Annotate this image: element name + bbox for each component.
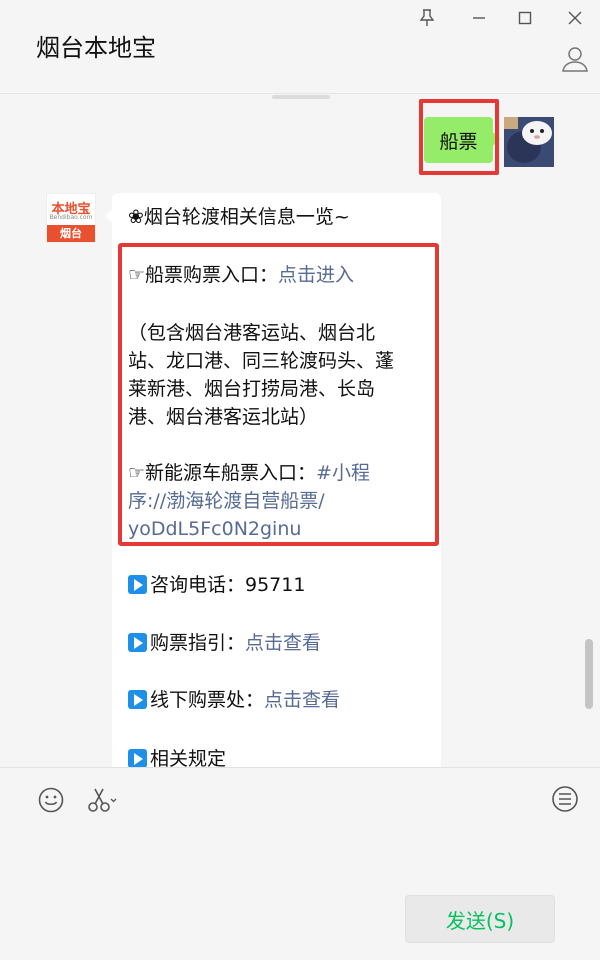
outgoing-message-text: 船票: [439, 130, 478, 153]
bot-avatar[interactable]: 本地宝 Bendibao.com 烟台: [46, 193, 96, 243]
guide-label: 购票指引：: [150, 632, 246, 654]
ev-entry-link-cont[interactable]: 序://渤海轮渡自营船票/: [128, 487, 325, 515]
message-header: ❀烟台轮渡相关信息一览~: [128, 206, 350, 228]
ev-entry-line: ☞新能源车船票入口：#小程: [128, 459, 370, 487]
user-avatar-image: [504, 117, 554, 167]
input-area[interactable]: 发送(S): [0, 767, 600, 960]
scissors-icon[interactable]: [86, 786, 118, 814]
chat-area[interactable]: 船票 本地宝 Bendibao.com 烟台 ❀烟台轮渡相关信息一览~ ☞船票购…: [0, 95, 600, 767]
close-button[interactable]: [561, 6, 589, 30]
phone-text: 咨询电话：95711: [150, 574, 306, 596]
ticket-entry-link[interactable]: 点击进入: [278, 264, 354, 286]
history-indicator: [272, 95, 330, 99]
pin-button[interactable]: [413, 6, 441, 30]
coverage-line: （包含烟台港客运站、烟台北: [128, 322, 376, 344]
coverage-line: 站、龙口港、同三轮渡码头、蓬: [128, 350, 395, 372]
close-icon: [568, 11, 582, 25]
profile-icon[interactable]: [560, 44, 590, 74]
rules-line: 相关规定: [128, 745, 226, 767]
send-button[interactable]: 发送(S): [405, 895, 555, 943]
offline-link[interactable]: 点击查看: [264, 689, 340, 711]
user-avatar[interactable]: [504, 117, 554, 167]
incoming-message-bubble[interactable]: ❀烟台轮渡相关信息一览~ ☞船票购票入口：点击进入 （包含烟台港客运站、烟台北 …: [105, 193, 441, 767]
bot-logo-domain: Bendibao.com: [49, 214, 93, 221]
ticket-entry-line: ☞船票购票入口：点击进入: [128, 261, 354, 289]
play-icon: [128, 749, 147, 767]
guide-line: 购票指引：点击查看: [128, 629, 321, 657]
guide-link[interactable]: 点击查看: [245, 632, 321, 654]
minimize-icon: [473, 17, 485, 19]
play-icon: [128, 690, 147, 709]
minimize-button[interactable]: [465, 6, 493, 30]
ticket-entry-label: ☞船票购票入口：: [128, 264, 279, 286]
title-bar: 烟台本地宝: [0, 0, 600, 94]
emoji-icon[interactable]: [37, 786, 65, 814]
play-icon: [128, 633, 147, 652]
bot-logo-city: 烟台: [47, 225, 95, 242]
maximize-button[interactable]: [511, 6, 539, 30]
maximize-icon: [518, 11, 532, 25]
offline-line: 线下购票处：点击查看: [128, 686, 340, 714]
play-icon: [128, 575, 147, 594]
phone-line: 咨询电话：95711: [128, 571, 305, 599]
chat-history-icon[interactable]: [550, 784, 580, 814]
ev-entry-link[interactable]: #小程: [316, 462, 370, 484]
rules-label: 相关规定: [150, 748, 227, 767]
chat-title: 烟台本地宝: [36, 34, 156, 62]
ev-entry-label: ☞新能源车船票入口：: [128, 462, 317, 484]
offline-label: 线下购票处：: [150, 689, 265, 711]
chat-scrollbar[interactable]: [585, 639, 593, 709]
ev-entry-link-cont[interactable]: yoDdL5Fc0N2ginu: [128, 515, 301, 543]
coverage-line: 莱新港、烟台打捞局港、长岛: [128, 378, 376, 400]
coverage-line: 港、烟台港客运北站）: [128, 406, 319, 428]
outgoing-message-bubble[interactable]: 船票: [424, 117, 500, 163]
pin-icon: [419, 9, 435, 26]
